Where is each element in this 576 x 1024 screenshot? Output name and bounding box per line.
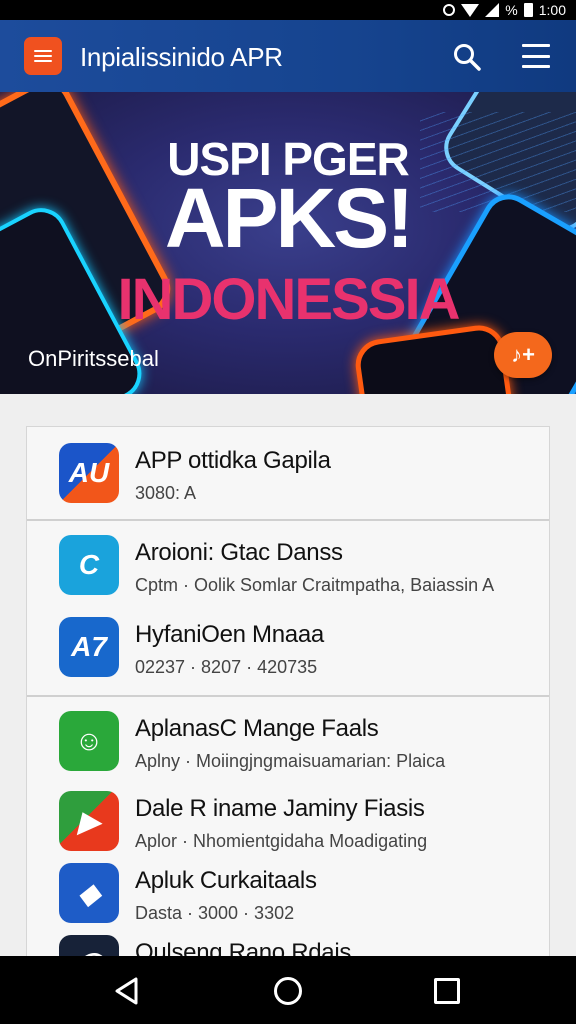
- system-nav-bar: [0, 956, 576, 1024]
- green-chat-icon: ☺: [59, 711, 119, 771]
- hero-banner[interactable]: USPI PGER APKS! INDONESSIA OnPiritssebal…: [0, 92, 576, 394]
- app-details: 02237 · 8207 · 420735: [135, 657, 318, 677]
- menu-lines-icon: [522, 44, 550, 47]
- hamburger-icon: [34, 50, 52, 52]
- search-icon[interactable]: [452, 42, 482, 72]
- app-name: HyfaniOen Mnaaa: [135, 621, 324, 648]
- alarm-icon: [443, 4, 456, 16]
- banner-headline-main: APKS!: [164, 171, 414, 265]
- play-arrow-icon: ▶: [59, 791, 119, 851]
- app-details: Cptm · Oolik Somlar Craitmpatha, Baiassi…: [135, 575, 495, 595]
- app-name: Apluk Curkaitaals: [135, 867, 317, 894]
- battery-percent: %: [505, 2, 518, 18]
- menu-button[interactable]: [24, 37, 62, 75]
- status-bar: % 1:00: [0, 0, 576, 20]
- list-item[interactable]: AU APP ottidka Gapila 3080: A: [27, 427, 549, 507]
- status-time: 1:00: [538, 2, 566, 18]
- overflow-menu-button[interactable]: [522, 44, 550, 68]
- list-item[interactable]: C Aroioni: Gtac Danss Cptm · Oolik Somla…: [27, 519, 549, 599]
- a7-logo-icon: A7: [59, 617, 119, 677]
- app-list: AU APP ottidka Gapila 3080: A C Aroioni:…: [26, 426, 550, 986]
- app-name: AplanasC Mange Faals: [135, 715, 379, 742]
- list-item[interactable]: ◆ Apluk Curkaitaals Dasta · 3000 · 3302: [27, 847, 549, 927]
- recent-apps-icon[interactable]: [434, 978, 460, 1004]
- signal-icon: [485, 3, 500, 17]
- battery-icon: [523, 3, 533, 17]
- list-item[interactable]: A7 HyfaniOen Mnaaa 02237 · 8207 · 420735: [27, 601, 549, 681]
- cube-box-icon: ◆: [59, 863, 119, 923]
- au-logo-icon: AU: [59, 443, 119, 503]
- home-icon[interactable]: [274, 977, 302, 1005]
- refresh-c-icon: C: [59, 535, 119, 595]
- wifi-icon: [461, 3, 480, 17]
- list-item[interactable]: ☺ AplanasC Mange Faals Aplny · Moiingjng…: [27, 695, 549, 775]
- app-details: Aplny · Moiingjngmaisuamarian: Plaica: [135, 751, 446, 771]
- back-icon[interactable]: [112, 976, 142, 1006]
- status-icons: % 1:00: [443, 2, 566, 18]
- add-fab-button[interactable]: ♪+: [494, 332, 552, 378]
- list-item[interactable]: ▶ Dale R iname Jaminy Fiasis Aplor · Nho…: [27, 775, 549, 855]
- banner-caption: OnPiritssebal: [28, 346, 159, 371]
- app-name: Aroioni: Gtac Danss: [135, 539, 343, 566]
- app-name: Dale R iname Jaminy Fiasis: [135, 795, 425, 822]
- app-name: APP ottidka Gapila: [135, 447, 331, 474]
- banner-headline-sub: INDONESSIA: [117, 267, 461, 332]
- app-title: Inpialissinido APR: [80, 42, 283, 72]
- app-bar: Inpialissinido APR: [0, 20, 576, 92]
- app-details: 3080: A: [135, 483, 197, 503]
